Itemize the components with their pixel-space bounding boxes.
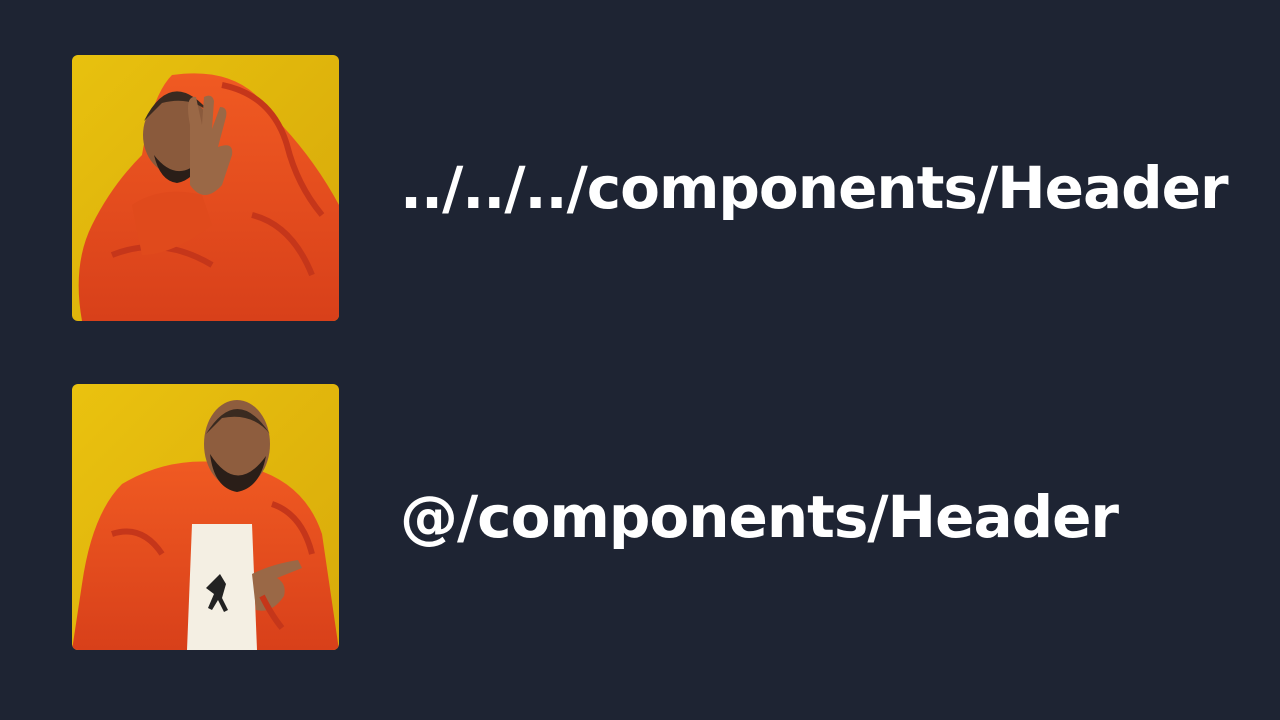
rejected-import-path: ../../../components/Header [400, 154, 1229, 222]
drake-reject-image [72, 55, 339, 321]
preferred-import-path: @/components/Header [400, 483, 1119, 551]
meme-row-approve: @/components/Header [72, 384, 1119, 650]
drake-approve-image [72, 384, 339, 650]
meme-row-reject: ../../../components/Header [72, 55, 1229, 321]
